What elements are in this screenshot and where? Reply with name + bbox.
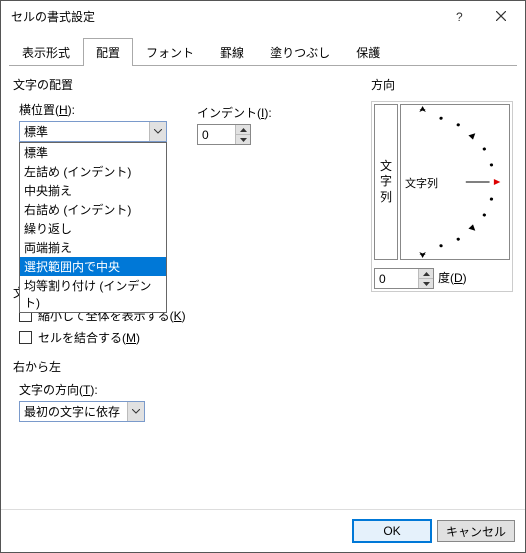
tab-border[interactable]: 罫線 [207,38,257,66]
direction-combo[interactable]: 最初の文字に依存 [19,401,145,422]
indent-label: インデント(I): [197,104,272,121]
left-column: 文字の配置 横位置(H): 標準 標準 左詰め (インデント) 中央揃え 右詰め… [13,76,361,499]
close-button[interactable] [481,2,521,30]
tab-protection[interactable]: 保護 [343,38,393,66]
dialog-footer: OK キャンセル [1,509,525,552]
rtl-group: 右から左 文字の方向(T): 最初の文字に依存 [13,358,361,422]
merge-row[interactable]: セルを結合する(M) [19,329,361,346]
h-opt-center-selection[interactable]: 選択範囲内で中央 [20,257,166,276]
orientation-dial[interactable]: 文字列 [400,104,510,260]
indent-spinner[interactable]: 0 [197,124,251,145]
rtl-group-label: 右から左 [13,358,361,375]
ok-button[interactable]: OK [353,520,431,542]
tab-alignment[interactable]: 配置 [83,38,133,66]
h-opt-repeat[interactable]: 繰り返し [20,219,166,238]
alignment-group-label: 文字の配置 [13,76,361,93]
format-cells-dialog: セルの書式設定 ? 表示形式 配置 フォント 罫線 塗りつぶし 保護 文字の配置… [0,0,526,553]
indent-value: 0 [198,128,235,142]
indent-up-icon[interactable] [236,125,250,135]
svg-text:?: ? [456,10,463,23]
indent-block: インデント(I): 0 [197,100,272,145]
direction-value: 最初の文字に依存 [20,403,127,420]
orientation-label: 方向 [371,76,513,93]
tab-bar: 表示形式 配置 フォント 罫線 塗りつぶし 保護 [9,37,517,66]
degree-up-icon[interactable] [419,269,433,279]
horizontal-value: 標準 [20,123,149,140]
dial-text: 文字列 [405,175,438,191]
horizontal-combo[interactable]: 標準 標準 左詰め (インデント) 中央揃え 右詰め (インデント) 繰り返し … [19,121,167,142]
orientation-box: 文 字 列 [371,101,513,292]
degree-down-icon[interactable] [419,279,433,288]
chevron-down-icon[interactable] [127,402,144,421]
horizontal-dropdown: 標準 左詰め (インデント) 中央揃え 右詰め (インデント) 繰り返し 両端揃… [19,142,167,313]
degree-value: 0 [375,272,418,286]
merge-label: セルを結合する(M) [38,329,140,346]
dialog-title: セルの書式設定 [11,8,441,25]
tab-number[interactable]: 表示形式 [9,38,83,66]
dialog-body: 文字の配置 横位置(H): 標準 標準 左詰め (インデント) 中央揃え 右詰め… [1,66,525,509]
direction-label: 文字の方向(T): [19,381,361,398]
h-opt-left[interactable]: 左詰め (インデント) [20,162,166,181]
h-opt-standard[interactable]: 標準 [20,143,166,162]
h-opt-center[interactable]: 中央揃え [20,181,166,200]
cancel-button[interactable]: キャンセル [437,520,515,542]
titlebar: セルの書式設定 ? [1,1,525,31]
h-opt-right[interactable]: 右詰め (インデント) [20,200,166,219]
h-opt-distributed[interactable]: 均等割り付け (インデント) [20,276,166,312]
vertical-text-button[interactable]: 文 字 列 [374,104,398,260]
indent-down-icon[interactable] [236,135,250,144]
right-column: 方向 文 字 列 [371,76,513,499]
tab-font[interactable]: フォント [133,38,207,66]
tab-fill[interactable]: 塗りつぶし [257,38,343,66]
help-button[interactable]: ? [441,2,481,30]
degree-spinner[interactable]: 0 [374,268,434,289]
merge-checkbox[interactable] [19,331,32,344]
h-opt-justify[interactable]: 両端揃え [20,238,166,257]
chevron-down-icon[interactable] [149,122,166,141]
horizontal-label: 横位置(H): [19,101,361,118]
degree-label: 度(D) [438,269,467,286]
